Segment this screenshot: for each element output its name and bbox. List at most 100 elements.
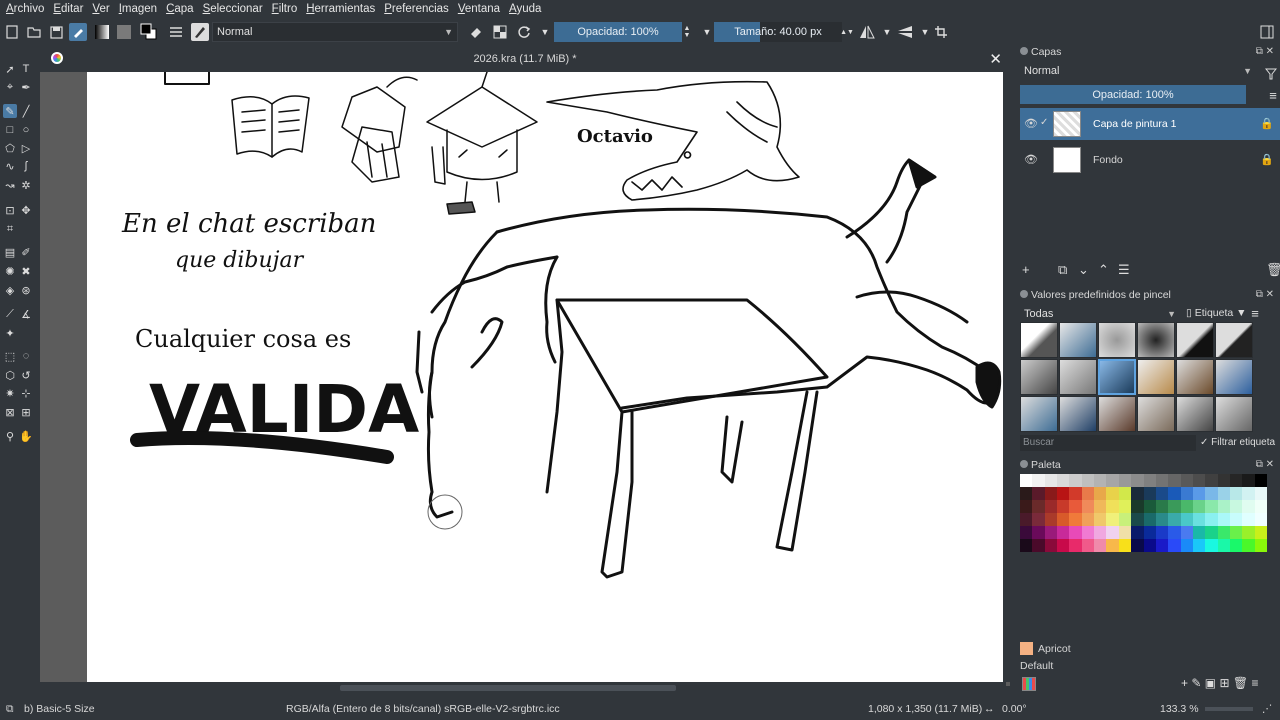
freehand-path-icon[interactable]: ʃ <box>19 159 33 173</box>
brush-preset[interactable] <box>1215 322 1253 358</box>
hamburger-menu-icon[interactable]: ≡ <box>1264 86 1280 104</box>
delete-layer-icon[interactable]: 🗑 <box>1266 262 1280 278</box>
palette-swatch[interactable] <box>1217 513 1230 526</box>
palette-swatch[interactable] <box>1057 500 1070 513</box>
brush-settings-icon[interactable] <box>167 23 185 41</box>
brush-editor-icon[interactable] <box>69 23 87 41</box>
palette-swatch-grid[interactable] <box>1020 474 1267 552</box>
palette-swatch[interactable] <box>1020 539 1033 552</box>
enclose-fill-icon[interactable]: ⊛ <box>19 283 33 297</box>
brush-preset[interactable] <box>1176 396 1214 432</box>
palette-swatch[interactable] <box>1081 487 1095 500</box>
palette-swatch[interactable] <box>1229 526 1243 539</box>
brush-view-menu-icon[interactable]: ≡ <box>1246 304 1264 322</box>
palette-swatch[interactable] <box>1106 539 1119 552</box>
contiguous-select-icon[interactable]: ✷ <box>3 386 17 400</box>
palette-swatch[interactable] <box>1044 513 1058 526</box>
palette-swatch[interactable] <box>1020 487 1033 500</box>
menu-seleccionar[interactable]: Seleccionar <box>203 3 263 15</box>
palette-swatch[interactable] <box>1180 487 1193 500</box>
palette-swatch[interactable] <box>1180 539 1193 552</box>
brush-preset[interactable] <box>1059 359 1097 395</box>
palette-swatch[interactable] <box>1094 474 1107 487</box>
palette-swatch[interactable] <box>1094 500 1107 513</box>
brush-preset[interactable] <box>1215 359 1253 395</box>
palette-swatch[interactable] <box>1032 539 1045 552</box>
polyline-tool-icon[interactable]: ▷ <box>19 141 33 155</box>
docker-float-close-icon[interactable]: ⧉ ✕ <box>1256 46 1274 60</box>
brush-preset[interactable] <box>1176 322 1214 358</box>
bezier-tool-icon[interactable]: ∿ <box>3 159 17 173</box>
edit-shapes-icon[interactable]: ⌖ <box>3 80 17 94</box>
palette-swatch[interactable] <box>1143 539 1156 552</box>
duplicate-layer-icon[interactable]: ⧉ <box>1058 262 1067 278</box>
menu-ver[interactable]: Ver <box>92 3 109 15</box>
palette-swatch[interactable] <box>1155 487 1169 500</box>
palette-swatch[interactable] <box>1143 526 1156 539</box>
filter-icon[interactable] <box>1262 65 1280 83</box>
tag-button[interactable]: ▯ Etiqueta ▼ <box>1186 307 1247 319</box>
save-palette-icon[interactable]: ▣ <box>1205 676 1216 690</box>
palette-chooser-icon[interactable] <box>1022 677 1036 691</box>
crop-tool-icon[interactable]: ⌗ <box>3 222 17 236</box>
layer-row-fondo[interactable]: 👁 Fondo 🔒 <box>1020 144 1280 176</box>
palette-swatch[interactable] <box>1143 474 1156 487</box>
layer-blend-mode-select[interactable]: Normal ▼ <box>1020 62 1256 82</box>
palette-swatch[interactable] <box>1057 487 1070 500</box>
palette-swatch[interactable] <box>1106 513 1119 526</box>
palette-swatch[interactable] <box>1044 474 1058 487</box>
eye-icon[interactable]: 👁 <box>1024 153 1038 166</box>
palette-swatch[interactable] <box>1081 500 1095 513</box>
new-document-icon[interactable] <box>3 23 21 41</box>
palette-swatch[interactable] <box>1229 513 1243 526</box>
colorize-mask-icon[interactable]: ✺ <box>3 264 17 278</box>
add-layer-icon[interactable]: + <box>1022 262 1030 277</box>
chevron-down-icon[interactable]: ▼ <box>536 23 554 41</box>
palette-swatch[interactable] <box>1254 500 1267 513</box>
palette-swatch[interactable] <box>1229 487 1243 500</box>
dynamic-brush-icon[interactable]: ↝ <box>3 178 17 192</box>
palette-swatch[interactable] <box>1205 500 1218 513</box>
palette-swatch[interactable] <box>1044 487 1058 500</box>
delete-swatch-icon[interactable]: 🗑 <box>1233 676 1248 690</box>
brush-preset[interactable] <box>1020 322 1058 358</box>
fg-bg-color-icon[interactable] <box>140 23 158 41</box>
palette-swatch[interactable] <box>1069 500 1082 513</box>
docker-float-close-icon[interactable]: ⧉ ✕ <box>1256 459 1274 473</box>
palette-swatch[interactable] <box>1106 500 1119 513</box>
mirror-vertical-icon[interactable] <box>896 23 914 41</box>
palette-swatch[interactable] <box>1180 474 1193 487</box>
palette-swatch[interactable] <box>1217 500 1230 513</box>
move-tool-icon[interactable]: ✥ <box>19 203 33 217</box>
brush-preset[interactable] <box>1137 359 1175 395</box>
menu-filtro[interactable]: Filtro <box>272 3 298 15</box>
mirror-horizontal-icon[interactable] <box>858 23 876 41</box>
palette-swatch[interactable] <box>1143 487 1156 500</box>
palette-swatch[interactable] <box>1242 487 1255 500</box>
line-tool-icon[interactable]: ╱ <box>19 104 33 118</box>
opacity-spin-icon[interactable]: ▲ ▼ <box>682 23 692 41</box>
brush-preset[interactable] <box>1215 396 1253 432</box>
palette-swatch[interactable] <box>1032 500 1045 513</box>
palette-swatch[interactable] <box>1081 526 1095 539</box>
layer-opacity-slider[interactable]: Opacidad: 100% <box>1020 85 1246 104</box>
preserve-alpha-icon[interactable] <box>491 23 509 41</box>
open-folder-icon[interactable] <box>25 23 43 41</box>
color-picker-icon[interactable]: ✐ <box>19 245 33 259</box>
palette-swatch[interactable] <box>1081 513 1095 526</box>
palette-swatch[interactable] <box>1242 513 1255 526</box>
save-icon[interactable] <box>47 23 65 41</box>
brush-preset[interactable] <box>1059 396 1097 432</box>
multibrush-icon[interactable]: ✲ <box>19 178 33 192</box>
palette-swatch[interactable] <box>1254 513 1267 526</box>
reload-preset-icon[interactable] <box>515 23 533 41</box>
palette-swatch[interactable] <box>1180 513 1193 526</box>
brush-preset[interactable] <box>1137 396 1175 432</box>
gradient-tool-icon[interactable]: ▤ <box>3 245 17 259</box>
palette-swatch[interactable] <box>1069 539 1082 552</box>
palette-swatch[interactable] <box>1044 526 1058 539</box>
brush-preset[interactable] <box>1020 396 1058 432</box>
palette-swatch[interactable] <box>1192 500 1206 513</box>
palette-swatch[interactable] <box>1155 474 1169 487</box>
ellipse-select-icon[interactable]: ◌ <box>19 349 33 363</box>
